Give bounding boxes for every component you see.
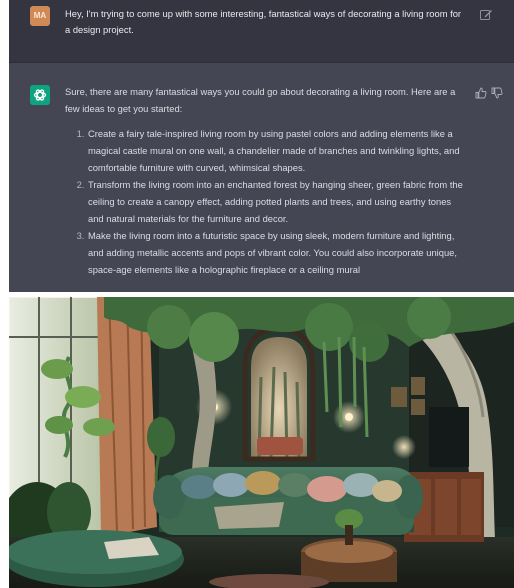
idea-item: Transform the living room into an enchan…: [87, 176, 465, 227]
user-message-row: MA Hey, I'm trying to come up with some …: [9, 0, 514, 63]
thumbs-down-icon[interactable]: [491, 87, 503, 99]
user-message-text: Hey, I'm trying to come up with some int…: [65, 8, 462, 35]
idea-item: Create a fairy tale-inspired living room…: [87, 125, 465, 176]
ideas-list: Create a fairy tale-inspired living room…: [65, 125, 465, 278]
idea-item: Make the living room into a futuristic s…: [87, 227, 465, 278]
openai-logo-icon: [30, 85, 50, 105]
chat-conversation: MA Hey, I'm trying to come up with some …: [9, 0, 514, 292]
assistant-message-text: Sure, there are many fantastical ways yo…: [65, 83, 465, 278]
living-room-image: [9, 297, 514, 588]
thumbs-up-icon[interactable]: [475, 87, 487, 99]
assistant-intro: Sure, there are many fantastical ways yo…: [65, 86, 456, 114]
user-avatar: MA: [30, 6, 50, 26]
screenshot-frame: MA Hey, I'm trying to come up with some …: [9, 0, 514, 588]
living-room-illustration: [9, 297, 514, 588]
assistant-message-row: Sure, there are many fantastical ways yo…: [9, 63, 514, 292]
edit-icon[interactable]: [479, 8, 493, 22]
